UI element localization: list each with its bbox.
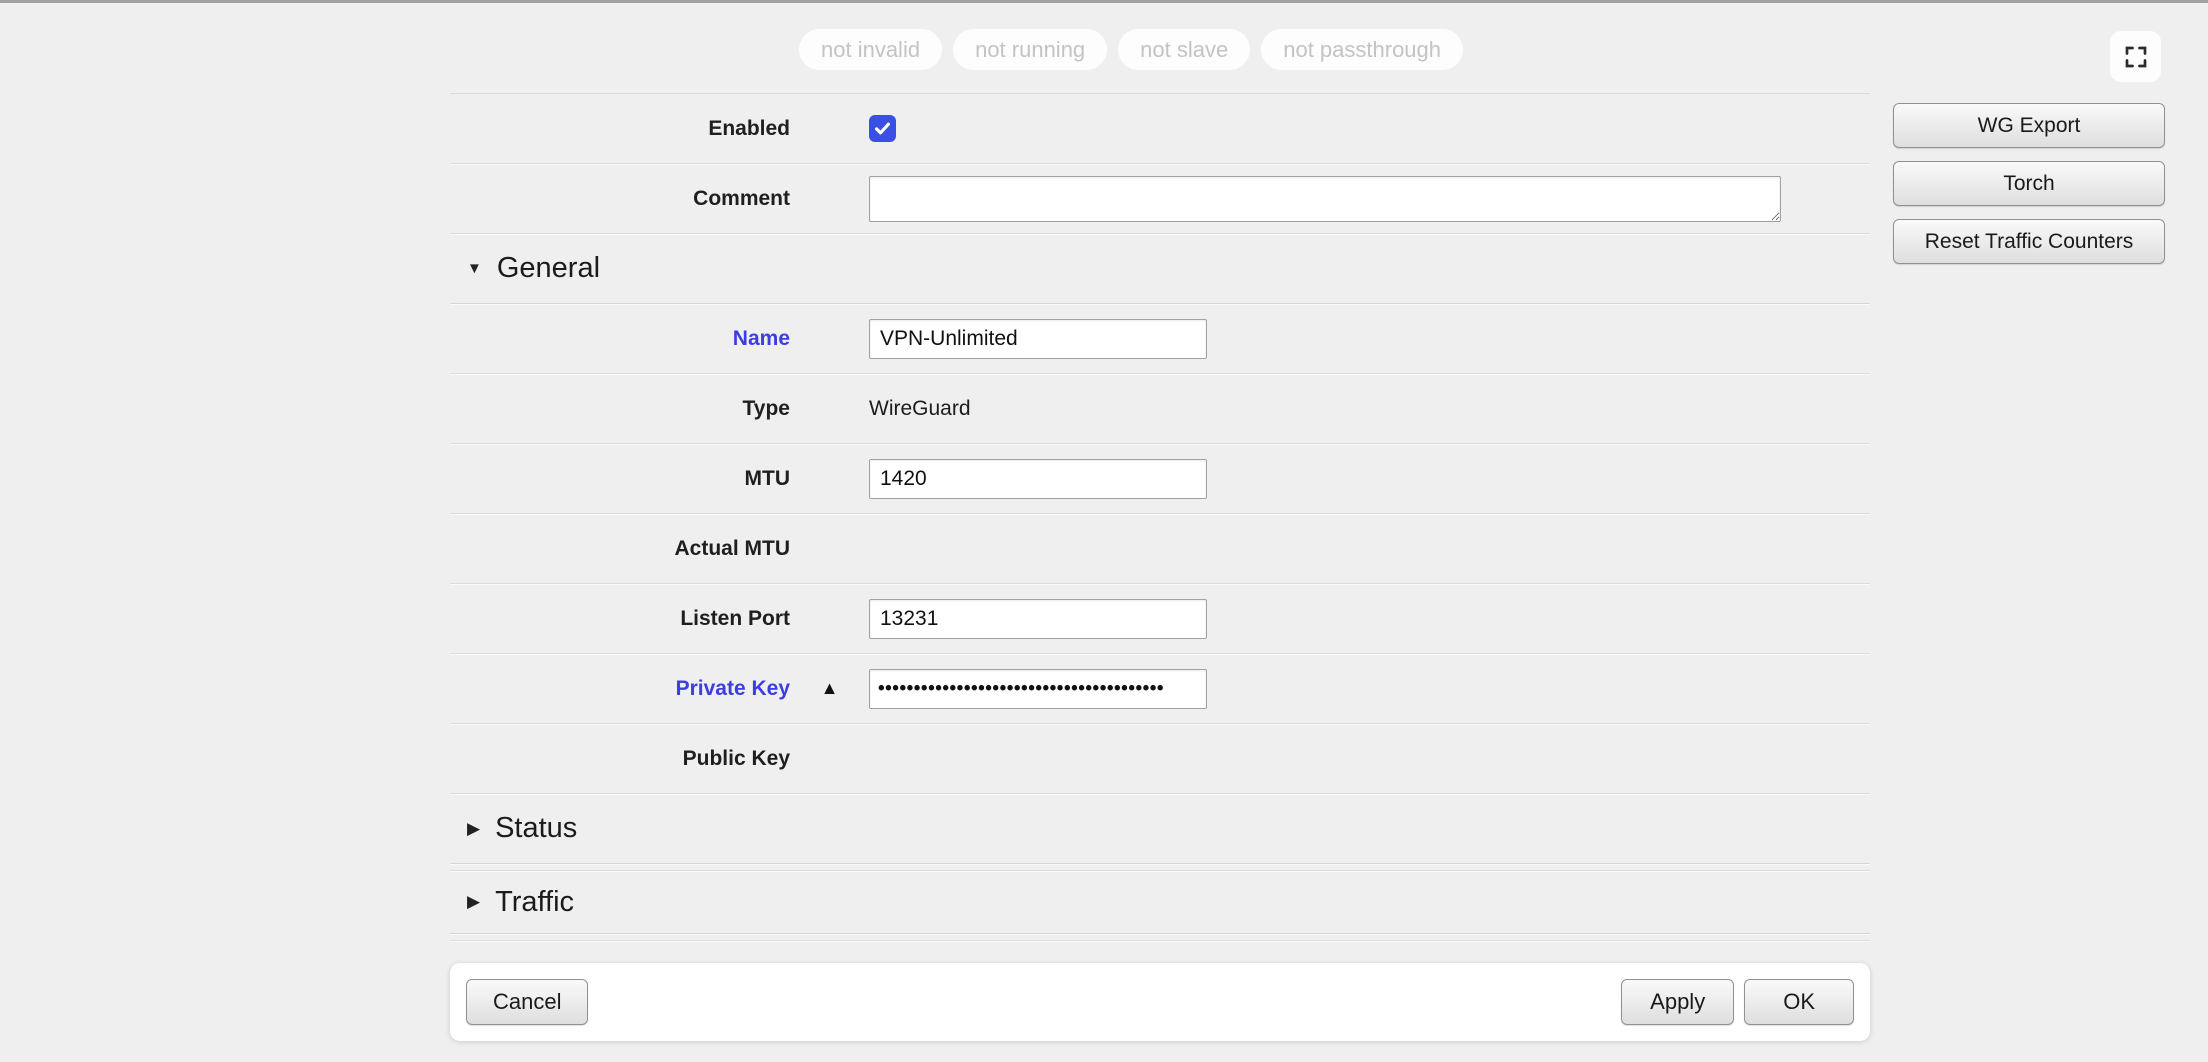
- status-badge-not-passthrough: not passthrough: [1261, 29, 1463, 70]
- status-badges: not invalid not running not slave not pa…: [799, 29, 1463, 70]
- triangle-up-icon[interactable]: ▲: [821, 678, 839, 699]
- form-row-type: Type WireGuard: [450, 374, 1870, 444]
- section-status-title: Status: [495, 812, 577, 845]
- interface-form: Enabled Comment ▼ General Name Type: [450, 93, 1870, 941]
- enabled-checkbox[interactable]: [869, 115, 896, 142]
- cancel-button[interactable]: Cancel: [466, 979, 588, 1025]
- public-key-label: Public Key: [450, 747, 790, 771]
- actual-mtu-label: Actual MTU: [450, 537, 790, 561]
- fullscreen-button[interactable]: [2110, 31, 2161, 82]
- form-row-actual-mtu: Actual MTU: [450, 514, 1870, 584]
- form-row-name: Name: [450, 304, 1870, 374]
- section-divider: [450, 934, 1870, 941]
- type-value: WireGuard: [869, 397, 971, 421]
- section-header-status[interactable]: ▶ Status: [450, 794, 1870, 864]
- chevron-down-icon: ▼: [467, 260, 482, 277]
- footer-button-bar: Cancel Apply OK: [450, 963, 1870, 1041]
- form-row-comment: Comment: [450, 164, 1870, 234]
- type-label: Type: [450, 397, 790, 421]
- listen-port-input[interactable]: [869, 599, 1207, 639]
- chevron-right-icon: ▶: [467, 892, 480, 912]
- side-action-buttons: WG Export Torch Reset Traffic Counters: [1893, 103, 2165, 264]
- name-label: Name: [450, 327, 790, 351]
- enabled-label: Enabled: [450, 117, 790, 141]
- torch-button[interactable]: Torch: [1893, 161, 2165, 206]
- status-badge-not-slave: not slave: [1118, 29, 1250, 70]
- status-badge-not-running: not running: [953, 29, 1107, 70]
- section-divider: [450, 864, 1870, 871]
- checkmark-icon: [873, 119, 892, 138]
- form-row-private-key: Private Key ▲: [450, 654, 1870, 724]
- wg-export-button[interactable]: WG Export: [1893, 103, 2165, 148]
- section-header-traffic[interactable]: ▶ Traffic: [450, 871, 1870, 934]
- section-header-general[interactable]: ▼ General: [450, 234, 1870, 304]
- top-border: [0, 0, 2208, 3]
- reset-traffic-counters-button[interactable]: Reset Traffic Counters: [1893, 219, 2165, 264]
- private-key-input[interactable]: [869, 669, 1207, 709]
- name-input[interactable]: [869, 319, 1207, 359]
- form-row-public-key: Public Key: [450, 724, 1870, 794]
- section-traffic-title: Traffic: [495, 886, 574, 919]
- chevron-right-icon: ▶: [467, 819, 480, 839]
- comment-label: Comment: [450, 187, 790, 211]
- form-row-enabled: Enabled: [450, 94, 1870, 164]
- section-general-title: General: [497, 252, 600, 285]
- listen-port-label: Listen Port: [450, 607, 790, 631]
- comment-input[interactable]: [869, 176, 1781, 222]
- status-badge-not-invalid: not invalid: [799, 29, 942, 70]
- ok-button[interactable]: OK: [1744, 979, 1854, 1025]
- mtu-input[interactable]: [869, 459, 1207, 499]
- fullscreen-icon: [2124, 45, 2148, 69]
- mtu-label: MTU: [450, 467, 790, 491]
- form-row-listen-port: Listen Port: [450, 584, 1870, 654]
- form-row-mtu: MTU: [450, 444, 1870, 514]
- private-key-label: Private Key: [450, 677, 790, 701]
- apply-button[interactable]: Apply: [1621, 979, 1734, 1025]
